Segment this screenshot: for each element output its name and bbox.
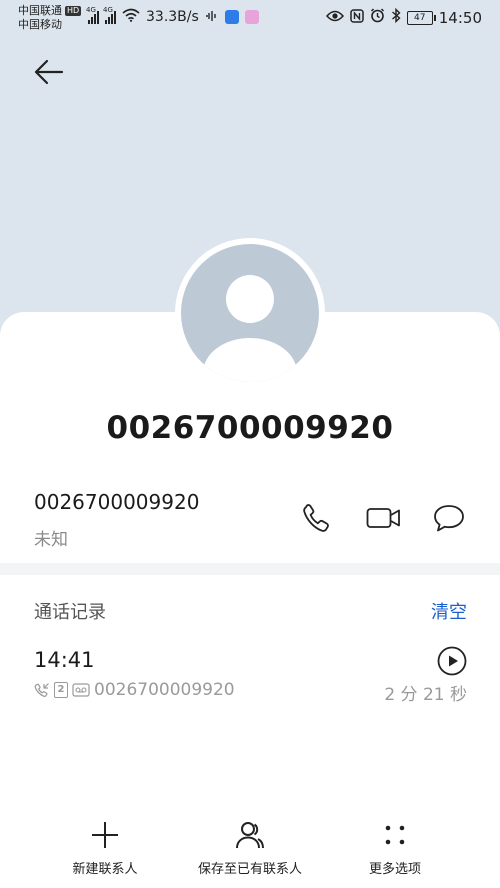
bluetooth-icon [391, 7, 401, 27]
bottom-action-bar: 新建联系人 保存至已有联系人 更多选项 [0, 820, 500, 888]
video-camera-icon [366, 508, 400, 528]
battery-icon: 47 [406, 10, 436, 25]
section-divider [0, 563, 500, 575]
status-right-icons: 47 14:50 [325, 7, 482, 27]
clear-call-log-button[interactable]: 清空 [431, 598, 467, 624]
hd-badge: HD [65, 6, 82, 16]
nfc-icon [350, 8, 364, 27]
wifi-icon [122, 8, 140, 26]
call-number: 0026700009920 [94, 680, 235, 700]
avatar[interactable] [175, 238, 325, 388]
voicemail-icon [72, 683, 90, 697]
save-to-existing-label: 保存至已有联系人 [197, 862, 302, 877]
save-to-existing-button[interactable]: 保存至已有联系人 [175, 820, 325, 877]
call-time: 14:41 [34, 648, 95, 672]
audio-wave-icon [205, 9, 219, 25]
status-left-icons: 4G 4G 33.3B/s [86, 6, 259, 26]
call-log-title: 通话记录 [34, 602, 106, 623]
play-icon [437, 646, 467, 676]
sim-number: 2 [57, 684, 65, 695]
status-bar: 中国联通 HD 中国移动 4G 4G 33.3B/s 47 14:50 [0, 0, 500, 36]
phone-location: 未知 [34, 530, 68, 550]
incoming-call-icon [34, 683, 49, 697]
call-detail: 2 0026700009920 [34, 680, 235, 700]
carrier-2-name: 中国移动 [18, 18, 62, 31]
shield-app-icon [224, 10, 239, 24]
video-call-button[interactable] [366, 502, 400, 534]
person-icon [236, 822, 264, 849]
new-contact-label: 新建联系人 [72, 862, 138, 877]
carrier-2: 中国移动 [18, 18, 81, 32]
phone-icon [303, 504, 329, 532]
phone-number[interactable]: 0026700009920 [34, 490, 199, 514]
call-button[interactable] [300, 502, 334, 534]
sim-badge: 2 [54, 682, 68, 698]
network-type-1: 4G [86, 6, 96, 14]
plus-icon [92, 822, 118, 848]
play-recording-button[interactable] [437, 646, 467, 676]
chat-bubble-icon [434, 505, 464, 532]
carrier-1-name: 中国联通 [18, 4, 62, 17]
back-button[interactable] [32, 56, 68, 88]
arrow-left-icon [34, 59, 64, 85]
carrier-info: 中国联通 HD 中国移动 [18, 4, 82, 32]
carrier-1: 中国联通 HD [18, 4, 82, 18]
eye-icon [325, 10, 344, 26]
message-button[interactable] [432, 502, 466, 534]
new-contact-button[interactable]: 新建联系人 [30, 820, 180, 877]
cat-app-icon [244, 10, 259, 24]
contact-title: 0026700009920 [106, 410, 394, 446]
more-dots-icon [385, 825, 405, 845]
clock: 14:50 [438, 8, 482, 27]
signal-icon: 4G [103, 6, 116, 24]
network-type-2: 4G [103, 6, 113, 14]
signal-icon: 4G [86, 6, 99, 24]
more-options-label: 更多选项 [368, 862, 421, 877]
battery-level: 47 [414, 12, 426, 23]
call-duration: 2 分 21 秒 [384, 685, 467, 705]
person-icon [181, 244, 319, 382]
more-options-button[interactable]: 更多选项 [320, 820, 470, 877]
alarm-icon [370, 8, 385, 27]
network-speed: 33.3B/s [146, 9, 199, 25]
